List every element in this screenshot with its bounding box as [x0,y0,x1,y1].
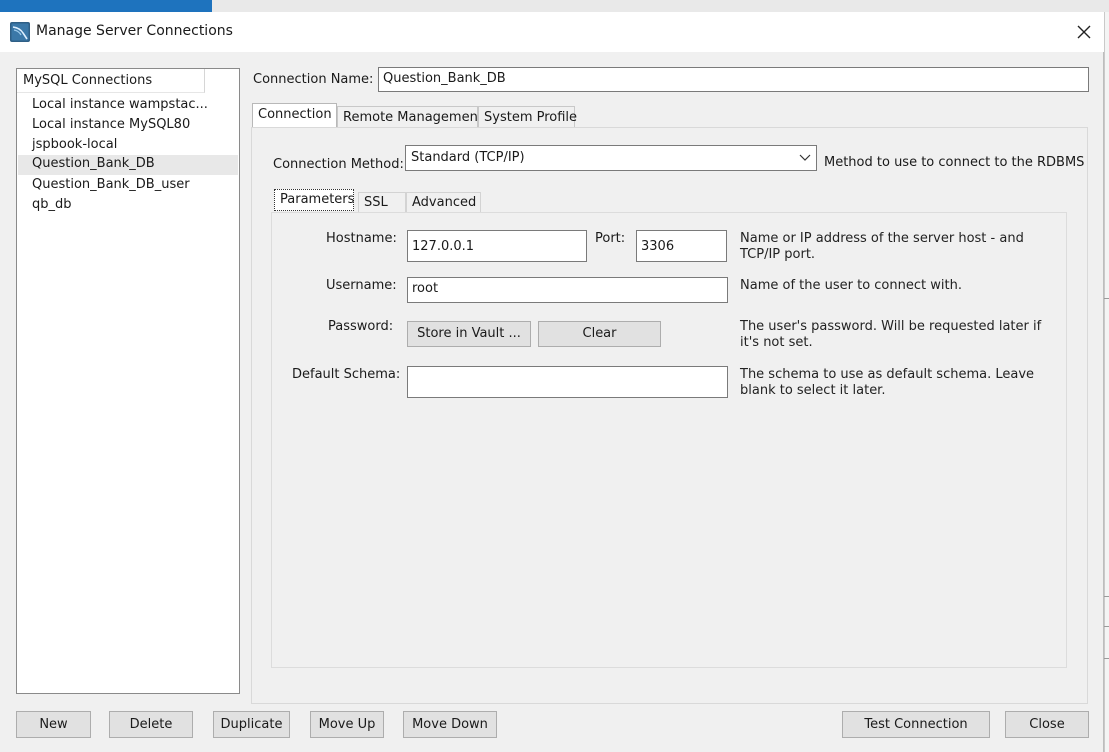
list-item-connection[interactable]: Local instance wampstac... [18,96,238,116]
window-title: Manage Server Connections [36,23,233,39]
list-item-connection-selected[interactable]: Question_Bank_DB [18,155,238,175]
list-item-connection[interactable]: jspbook-local [18,136,238,156]
title-bar: Manage Server Connections [0,12,1104,52]
default-schema-input[interactable] [407,366,728,398]
connection-method-value: Standard (TCP/IP) [411,150,525,165]
connections-list-header[interactable]: MySQL Connections [17,69,205,93]
tab-remote-management[interactable]: Remote Management [337,106,483,129]
subtab-ssl[interactable]: SSL [358,192,406,214]
close-icon[interactable] [1072,20,1096,44]
username-label: Username: [326,278,397,293]
move-down-button[interactable]: Move Down [403,711,497,738]
background-divider [1104,658,1109,659]
connection-method-select[interactable]: Standard (TCP/IP) [405,145,817,171]
connection-name-label: Connection Name: [253,72,374,87]
tab-connection[interactable]: Connection [252,103,337,129]
background-window-titlebar [0,0,212,12]
chevron-down-icon [799,154,811,161]
test-connection-button[interactable]: Test Connection [842,711,990,738]
password-label: Password: [328,319,394,334]
list-item-connection[interactable]: Question_Bank_DB_user [18,176,238,196]
mysql-workbench-icon [10,22,30,42]
connection-method-help: Method to use to connect to the RDBMS [824,155,1085,170]
connection-name-input[interactable]: Question_Bank_DB [378,67,1089,92]
background-divider [1104,298,1109,299]
clear-password-button[interactable]: Clear [538,321,661,347]
store-in-vault-button[interactable]: Store in Vault ... [407,321,531,347]
subtab-parameters[interactable]: Parameters [274,189,354,211]
new-button[interactable]: New [16,711,91,738]
default-schema-help: The schema to use as default schema. Lea… [740,367,1035,398]
hostname-input[interactable]: 127.0.0.1 [407,230,587,262]
manage-server-connections-dialog: Manage Server Connections MySQL Connecti… [0,12,1104,752]
hostname-label: Hostname: [326,231,397,246]
username-help: Name of the user to connect with. [740,278,962,293]
list-item-connection[interactable]: Local instance MySQL80 [18,116,238,136]
connection-method-label: Connection Method: [273,157,404,172]
default-schema-label: Default Schema: [292,367,401,382]
background-divider [1104,626,1109,627]
username-input[interactable]: root [407,277,728,303]
port-label: Port: [595,231,626,246]
password-help: The user's password. Will be requested l… [740,319,1042,350]
delete-button[interactable]: Delete [109,711,193,738]
tab-system-profile[interactable]: System Profile [478,106,577,129]
hostname-help: Name or IP address of the server host - … [740,231,1024,262]
close-button[interactable]: Close [1005,711,1089,738]
background-divider [1104,596,1109,597]
port-input[interactable]: 3306 [636,230,727,262]
background-window-edge [1104,12,1109,752]
list-item-connection[interactable]: qb_db [18,196,238,216]
connections-list[interactable]: MySQL Connections Local instance wampsta… [16,68,240,694]
duplicate-button[interactable]: Duplicate [213,711,290,738]
move-up-button[interactable]: Move Up [310,711,384,738]
subtab-advanced[interactable]: Advanced [406,192,481,214]
